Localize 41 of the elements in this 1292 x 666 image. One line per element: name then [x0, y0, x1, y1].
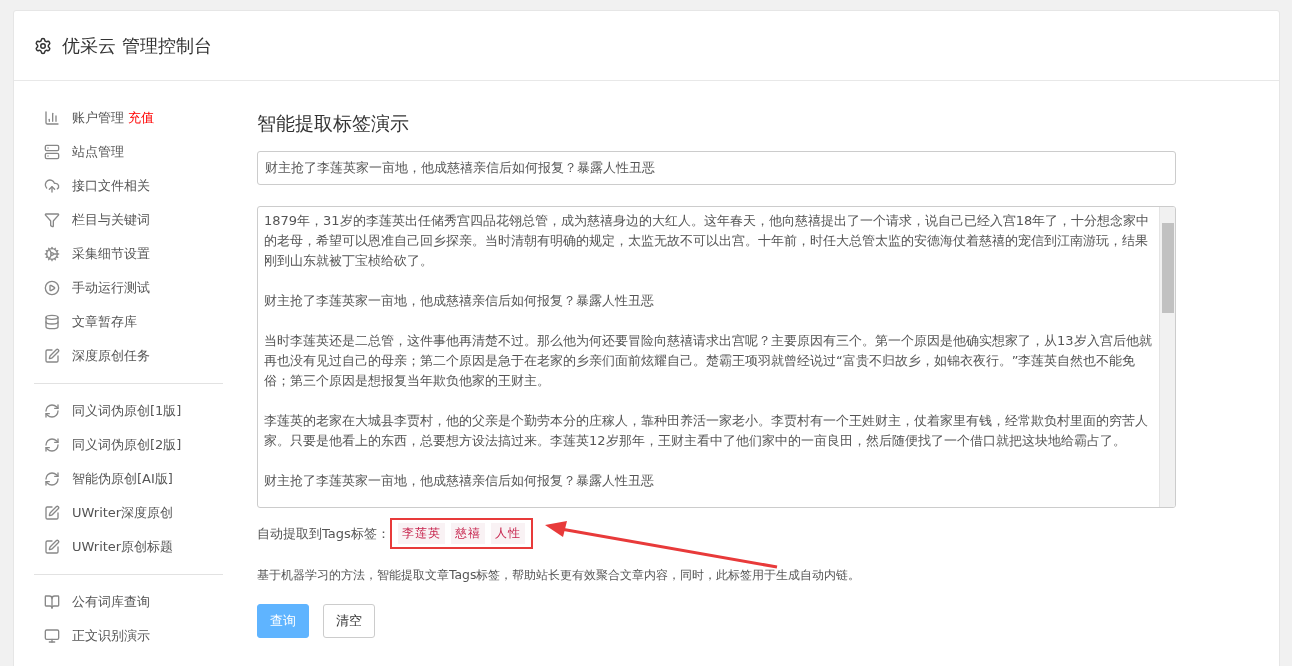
database-icon	[44, 314, 60, 330]
clear-button[interactable]: 清空	[323, 604, 375, 638]
refresh-icon	[44, 403, 60, 419]
page-title: 智能提取标签演示	[257, 111, 410, 136]
title-field[interactable]: 财主抢了李莲英家一亩地，他成慈禧亲信后如何报复？暴露人性丑恶	[257, 151, 1176, 185]
content-field[interactable]: 1879年，31岁的李莲英出任储秀宫四品花翎总管，成为慈禧身边的大红人。这年春天，他向慈禧提出了一个请求，说自己已经入宫18年了，十分想念家中的老母，希望可以恩准自己回乡探亲。当时清朝有明确的规定，太监无故不可以出宫。十年前，时任大总管太监的安德海仗着慈禧的宠信到江南游玩，结果刚到山东就被丁宝桢给砍了。 财主抢了李莲英家一亩地，他成慈禧亲信后如何报复？暴露人性丑恶 当时李莲英还是二总管，这件事他再清楚不过。那么他为何还要冒险向慈禧请求出宫呢？主要原因有三个。第一个原因是他确实想家了，从13岁入宫后他就再也没有见过自己的母亲；第二个原因是急于在老家的乡亲们面前炫耀自己。楚霸王项羽就曾经说过“富贵不归故乡，如锦衣夜行。”李莲英自然也不能免俗；第三个原因是想报复当年欺负他家的王财主。 李莲英的老家在大城县李贾村，他的父亲是个勤劳本分的庄稼人，靠种田养活一家老小。李贾村有一个王姓财主，仗着家里有钱，经常欺负村里面的穷苦人家。只要是他看上的东西，总要想方设法搞过来。李莲英12岁那年，王财主看中了他们家中的一亩良田，然后随便找了一个借口就把这块地给霸占了。 财主抢了李莲英家一亩地，他成慈禧亲信后如何报复？暴露人性丑恶	[257, 206, 1176, 508]
tag: 人性	[490, 523, 525, 544]
edit-icon	[44, 505, 60, 521]
sidebar-item[interactable]: 手动运行测试	[34, 271, 223, 305]
console-title: 优采云 管理控制台	[62, 33, 212, 58]
tags-label: 自动提取到Tags标签：	[257, 524, 390, 543]
sidebar-item[interactable]: UWriter原创标题	[34, 530, 223, 564]
edit-icon	[44, 348, 60, 364]
sidebar-item[interactable]: 公有词库查询	[34, 585, 223, 619]
tag: 慈禧	[450, 523, 485, 544]
sidebar-item[interactable]: 智能伪原创[AI版]	[34, 462, 223, 496]
monitor-icon	[44, 628, 60, 644]
book-icon	[44, 594, 60, 610]
refresh-icon	[44, 471, 60, 487]
cloud-upload-icon	[44, 178, 60, 194]
server-icon	[44, 144, 60, 160]
settings-icon	[34, 36, 52, 55]
sidebar-item[interactable]: 深度原创任务	[34, 339, 223, 373]
sidebar-item[interactable]: UWriter深度原创	[34, 496, 223, 530]
refresh-icon	[44, 437, 60, 453]
sidebar-item[interactable]: 同义词伪原创[2版]	[34, 428, 223, 462]
filter-icon	[44, 212, 60, 228]
play-icon	[44, 280, 60, 296]
sidebar-item[interactable]: 栏目与关键词	[34, 203, 223, 237]
bar-chart-icon	[44, 110, 60, 126]
sidebar-item[interactable]: 采集细节设置	[34, 237, 223, 271]
sidebar-item[interactable]: 站点管理	[34, 135, 223, 169]
edit-icon	[44, 539, 60, 555]
sidebar-item[interactable]: 接口文件相关	[34, 169, 223, 203]
tag: 李莲英	[397, 523, 445, 544]
scrollbar[interactable]	[1159, 207, 1175, 507]
sidebar-item[interactable]: 正文识别演示	[34, 619, 223, 653]
sidebar-item[interactable]: 文章暂存库	[34, 305, 223, 339]
sidebar-item[interactable]: 账户管理 充值	[34, 101, 223, 135]
sidebar-item[interactable]: 同义词伪原创[1版]	[34, 394, 223, 428]
description-text: 基于机器学习的方法，智能提取文章Tags标签，帮助站长更有效聚合文章内容，同时，此标签用于生成自动内链。	[257, 567, 862, 584]
